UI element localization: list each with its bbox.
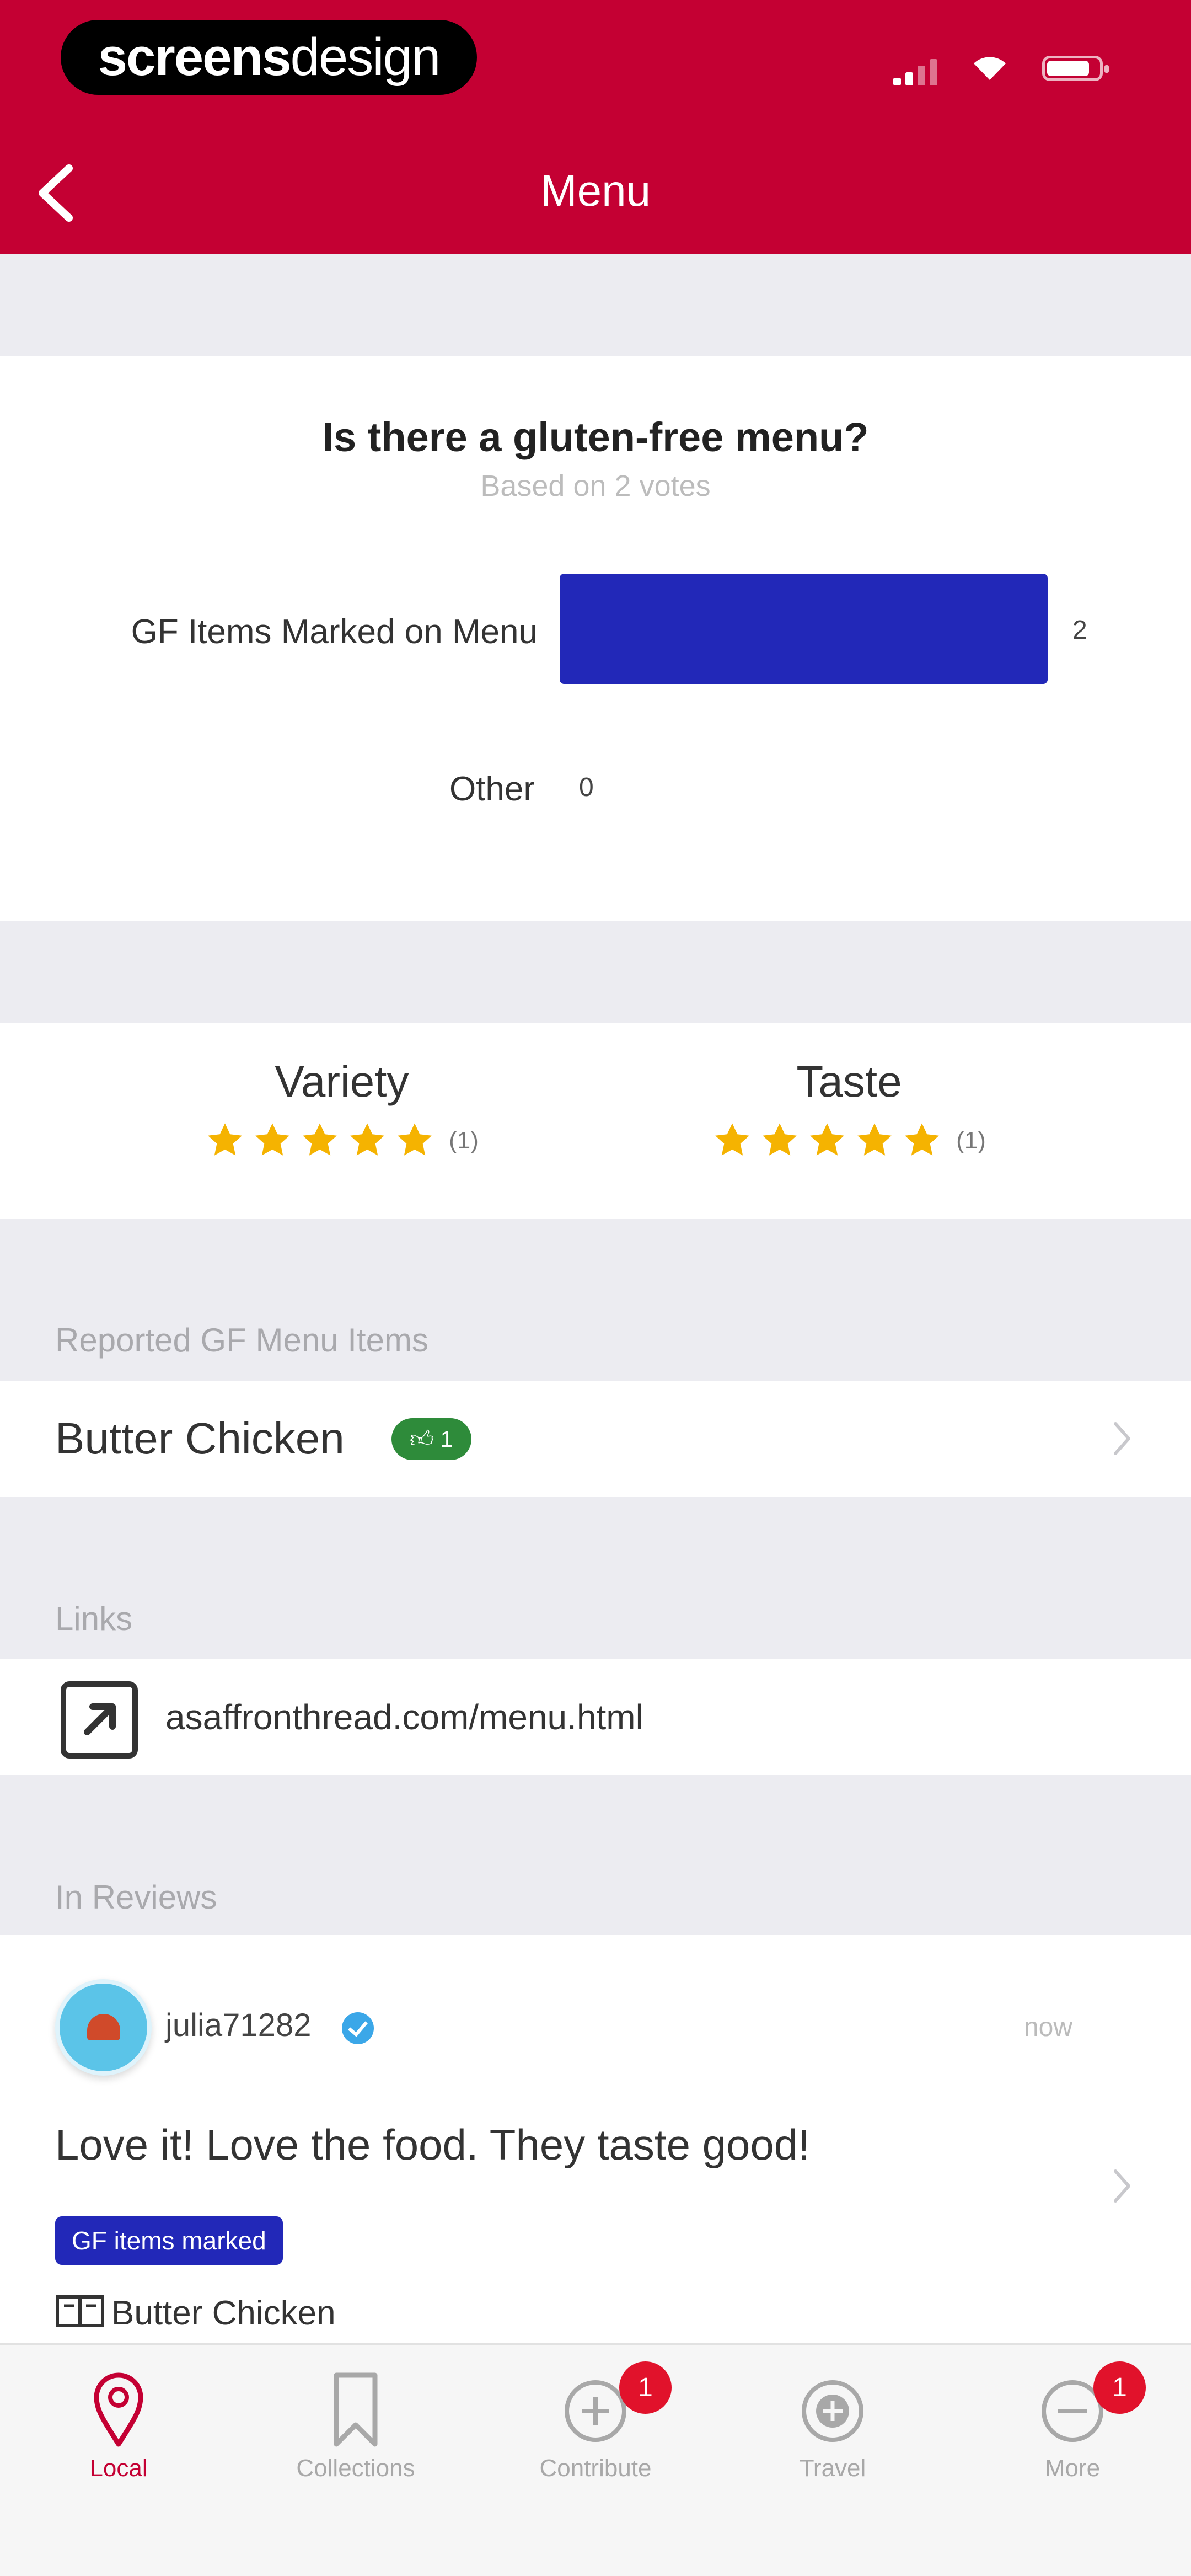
rating-variety: Variety (1) — [149, 1056, 535, 1161]
tab-label: Collections — [296, 2455, 415, 2482]
review-time: now — [1023, 2013, 1072, 2042]
vote-badge: 👍︎ 1 — [391, 1418, 471, 1460]
star-icon — [303, 1123, 337, 1156]
star-icon — [350, 1123, 385, 1156]
star-rating: (1) — [656, 1121, 1042, 1161]
signal-icon — [893, 58, 937, 85]
review-text: Love it! Love the food. They taste good! — [55, 2120, 810, 2169]
poll-option-count: 2 — [1072, 616, 1087, 645]
menu-book-icon — [56, 2295, 104, 2327]
brand-logo: screensdesign — [61, 20, 477, 95]
notification-badge: 1 — [619, 2361, 672, 2414]
link-row[interactable]: asaffronthread.com/menu.html — [0, 1659, 1191, 1775]
tab-travel[interactable]: Travel — [744, 2367, 921, 2482]
vote-count: 1 — [440, 1426, 453, 1452]
star-rating: (1) — [149, 1121, 535, 1161]
travel-icon — [802, 2380, 863, 2442]
gf-items-marked-tag: GF items marked — [55, 2216, 283, 2265]
bookmark-icon — [334, 2372, 378, 2447]
review-username[interactable]: julia71282 — [165, 2007, 311, 2044]
bottom-tab-bar: Local Collections Contribute 1 Travel Mo… — [0, 2343, 1191, 2576]
star-icon — [905, 1123, 940, 1156]
poll-option-count: 0 — [579, 773, 594, 802]
external-link-icon — [61, 1681, 138, 1759]
section-label-reviews: In Reviews — [55, 1879, 217, 1916]
tab-local[interactable]: Local — [30, 2367, 207, 2482]
rating-taste: Taste (1) — [656, 1056, 1042, 1161]
gluten-free-menu-poll: Is there a gluten-free menu? Based on 2 … — [0, 356, 1191, 921]
section-label-reported-items: Reported GF Menu Items — [55, 1322, 428, 1359]
rating-count: (1) — [956, 1127, 986, 1154]
review-menu-item: Butter Chicken — [55, 2294, 336, 2333]
menu-item-name: Butter Chicken — [55, 1414, 345, 1463]
star-icon — [255, 1123, 290, 1156]
page-title: Menu — [540, 166, 651, 215]
poll-question: Is there a gluten-free menu? — [322, 414, 869, 460]
tab-collections[interactable]: Collections — [267, 2367, 444, 2482]
tab-label: Travel — [799, 2455, 866, 2482]
poll-option-bar — [560, 574, 1048, 684]
star-icon — [857, 1123, 892, 1156]
reported-item-row[interactable]: Butter Chicken 👍︎ 1 — [0, 1381, 1191, 1497]
notification-badge: 1 — [1093, 2361, 1146, 2414]
star-icon — [208, 1123, 243, 1156]
chevron-right-icon — [1114, 1422, 1130, 1455]
ratings-card: Variety (1) Taste (1) — [0, 1023, 1191, 1219]
chevron-right-icon — [1114, 2169, 1130, 2203]
poll-option-label: Other — [449, 770, 535, 808]
tab-label: More — [1044, 2455, 1101, 2482]
verified-badge-icon — [342, 2012, 374, 2044]
app-header: screensdesign Menu — [0, 0, 1191, 254]
rating-label: Taste — [796, 1057, 902, 1106]
brand-text-screens: screens — [98, 28, 292, 87]
star-icon — [715, 1123, 750, 1156]
star-icon — [763, 1123, 797, 1156]
star-icon — [398, 1123, 432, 1156]
avatar[interactable] — [55, 1979, 152, 2076]
thumbs-up-icon: 👍︎ — [410, 1426, 434, 1452]
tab-label: Contribute — [539, 2455, 652, 2482]
tab-label: Local — [89, 2455, 148, 2482]
section-label-links: Links — [55, 1600, 133, 1637]
rating-count: (1) — [449, 1127, 479, 1154]
battery-icon — [1042, 56, 1109, 81]
review-card[interactable]: julia71282 now Love it! Love the food. T… — [0, 1935, 1191, 2343]
wifi-icon — [974, 57, 1006, 80]
poll-vote-count: Based on 2 votes — [480, 469, 711, 503]
location-pin-icon — [94, 2372, 143, 2447]
status-bar — [893, 52, 1125, 85]
brand-text-design: design — [290, 28, 441, 87]
poll-option-label: GF Items Marked on Menu — [131, 613, 538, 651]
menu-link-url[interactable]: asaffronthread.com/menu.html — [165, 1659, 643, 1775]
rating-label: Variety — [275, 1057, 409, 1106]
review-menu-item-name: Butter Chicken — [111, 2294, 336, 2332]
star-icon — [810, 1123, 845, 1156]
